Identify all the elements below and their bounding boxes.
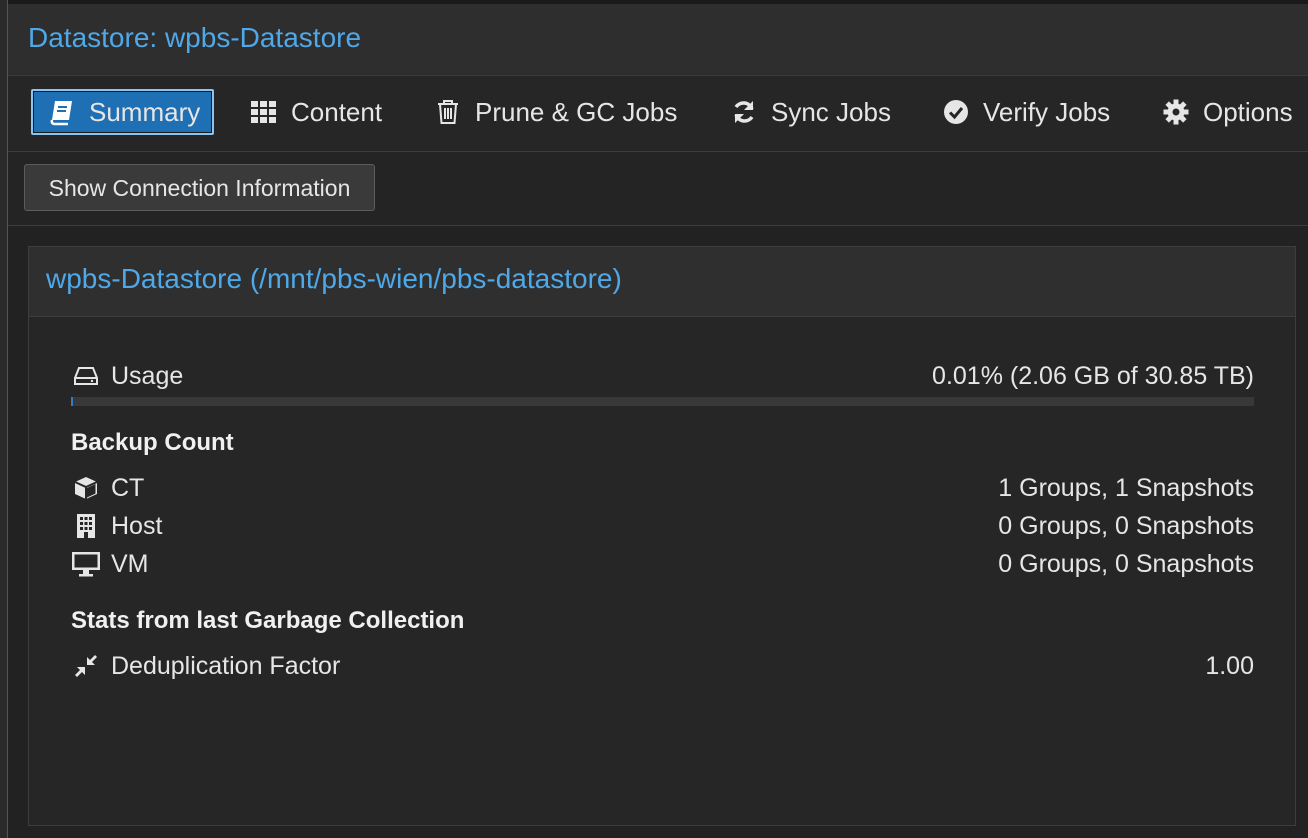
tab-options[interactable]: Options xyxy=(1161,89,1293,135)
backup-row-value: 0 Groups, 0 Snapshots xyxy=(998,550,1254,578)
dedup-factor-row: Deduplication Factor 1.00 xyxy=(71,649,1254,683)
backup-row-value: 1 Groups, 1 Snapshots xyxy=(998,474,1254,502)
summary-title: wpbs-Datastore (/mnt/pbs-wien/pbs-datast… xyxy=(46,263,622,294)
usage-progress-bar xyxy=(71,397,1254,406)
tab-sync-jobs[interactable]: Sync Jobs xyxy=(729,89,891,135)
book-icon xyxy=(47,97,77,127)
show-connection-information-button[interactable]: Show Connection Information xyxy=(24,164,375,211)
usage-row: Usage 0.01% (2.06 GB of 30.85 TB) xyxy=(71,359,1254,393)
tab-label: Prune & GC Jobs xyxy=(475,96,678,127)
left-edge xyxy=(0,0,8,838)
dedup-factor-label: Deduplication Factor xyxy=(111,652,341,680)
tab-prune-gc-jobs[interactable]: Prune & GC Jobs xyxy=(433,89,677,135)
toolbar: Show Connection Information xyxy=(8,152,1308,226)
backup-row-host: Host 0 Groups, 0 Snapshots xyxy=(71,509,1254,543)
page-title: Datastore: wpbs-Datastore xyxy=(28,22,362,53)
hdd-icon xyxy=(71,361,101,391)
check-circle-icon xyxy=(941,97,971,127)
backup-count-heading: Backup Count xyxy=(71,429,234,456)
backup-row-label: CT xyxy=(111,474,145,502)
datastore-view: Datastore: wpbs-Datastore Summary Conten… xyxy=(0,0,1308,838)
tab-label: Verify Jobs xyxy=(983,96,1111,127)
trash-icon xyxy=(433,97,463,127)
tab-label: Content xyxy=(291,96,383,127)
summary-panel: wpbs-Datastore (/mnt/pbs-wien/pbs-datast… xyxy=(28,246,1296,826)
backup-row-value: 0 Groups, 0 Snapshots xyxy=(998,512,1254,540)
tab-label: Summary xyxy=(89,96,201,127)
tab-summary[interactable]: Summary xyxy=(31,89,215,135)
refresh-icon xyxy=(729,97,759,127)
backup-row-ct: CT 1 Groups, 1 Snapshots xyxy=(71,471,1254,505)
summary-header: wpbs-Datastore (/mnt/pbs-wien/pbs-datast… xyxy=(29,247,1295,317)
desktop-icon xyxy=(71,549,101,579)
grid-icon xyxy=(249,97,279,127)
usage-progress-fill xyxy=(71,397,73,406)
gear-icon xyxy=(1161,97,1191,127)
compress-icon xyxy=(71,651,101,681)
backup-row-vm: VM 0 Groups, 0 Snapshots xyxy=(71,547,1254,581)
tab-bar: Summary Content Prune & GC Jobs Sync Job… xyxy=(8,76,1308,152)
cube-icon xyxy=(71,473,101,503)
backup-row-label: VM xyxy=(111,550,149,578)
tab-label: Options xyxy=(1203,96,1293,127)
panel-header: Datastore: wpbs-Datastore xyxy=(8,4,1308,76)
usage-value: 0.01% (2.06 GB of 30.85 TB) xyxy=(932,362,1254,390)
tab-verify-jobs[interactable]: Verify Jobs xyxy=(941,89,1110,135)
tab-content[interactable]: Content xyxy=(249,89,382,135)
building-icon xyxy=(71,511,101,541)
backup-row-label: Host xyxy=(111,512,163,540)
usage-label: Usage xyxy=(111,362,184,390)
gc-stats-heading: Stats from last Garbage Collection xyxy=(71,607,465,634)
dedup-factor-value: 1.00 xyxy=(1205,652,1254,680)
tab-label: Sync Jobs xyxy=(771,96,891,127)
